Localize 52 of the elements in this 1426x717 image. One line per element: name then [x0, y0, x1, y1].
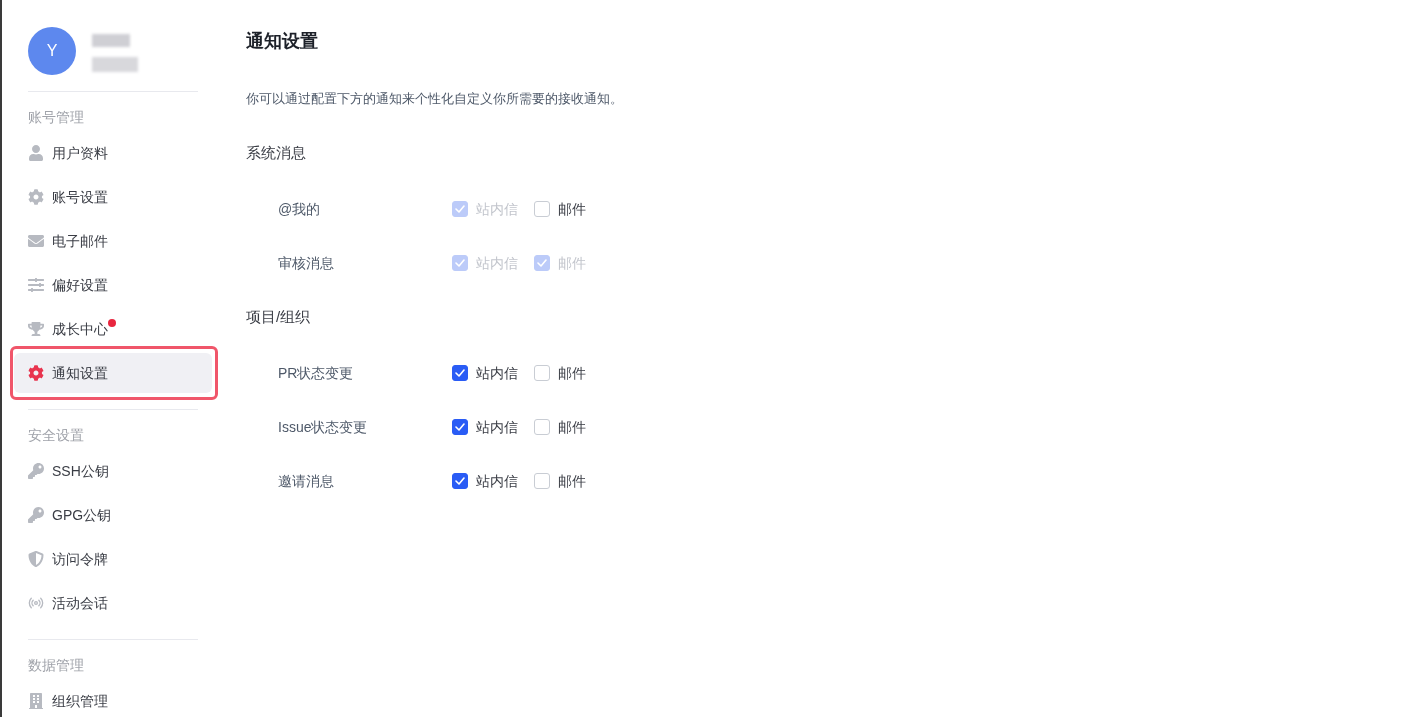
gear-icon — [28, 189, 44, 205]
nav-item[interactable]: GPG公钥 — [14, 495, 212, 535]
user-icon — [28, 145, 44, 161]
setting-label: Issue状态变更 — [278, 417, 369, 437]
checkmark-icon — [537, 259, 547, 267]
checkmark-icon — [455, 477, 465, 485]
group-title: 系统消息 — [246, 142, 306, 163]
gear-icon — [28, 365, 44, 381]
page-description: 你可以通过配置下方的通知来个性化自定义你所需要的接收通知。 — [246, 90, 624, 108]
nav-item[interactable]: SSH公钥 — [14, 451, 212, 491]
section-heading: 安全设置 — [27, 426, 85, 445]
setting-label: 邀请消息 — [278, 471, 335, 491]
checkbox[interactable] — [452, 365, 468, 381]
setting-label: PR状态变更 — [278, 363, 355, 383]
nav-item[interactable]: 活动会话 — [14, 583, 212, 623]
nav-item[interactable]: 组织管理 — [14, 681, 212, 717]
checkmark-icon — [455, 259, 465, 267]
option-label[interactable]: 站内信 — [476, 416, 518, 438]
checkbox[interactable] — [452, 473, 468, 489]
section-heading: 账号管理 — [27, 108, 85, 127]
key-icon — [28, 507, 44, 523]
group-title: 项目/组织 — [246, 306, 311, 327]
nav-item[interactable]: 访问令牌 — [14, 539, 212, 579]
setting-label: @我的 — [278, 199, 322, 219]
option-label[interactable]: 邮件 — [558, 416, 586, 438]
key-icon — [28, 463, 44, 479]
option-label[interactable]: 站内信 — [476, 362, 518, 384]
building-icon — [28, 693, 44, 709]
nav-item[interactable]: 账号设置 — [14, 177, 212, 217]
checkmark-icon — [455, 423, 465, 431]
nav-item[interactable]: 偏好设置 — [14, 265, 212, 305]
option-label[interactable]: 邮件 — [558, 362, 586, 384]
option-label[interactable]: 站内信 — [476, 470, 518, 492]
nav-item[interactable]: 电子邮件 — [14, 221, 212, 261]
blurred-text-block — [92, 34, 130, 47]
sliders-icon — [28, 277, 44, 293]
blurred-text-block — [92, 57, 138, 72]
checkmark-icon — [455, 369, 465, 377]
trophy-icon — [28, 321, 44, 337]
antenna-icon — [28, 595, 44, 611]
shield-icon — [28, 551, 44, 567]
envelope-icon — [28, 233, 44, 249]
nav-item[interactable]: 通知设置 — [14, 353, 212, 393]
nav-item[interactable]: 成长中心 — [14, 309, 212, 349]
option-label[interactable]: 邮件 — [558, 198, 586, 220]
checkmark-icon — [455, 205, 465, 213]
option-label[interactable]: 邮件 — [558, 470, 586, 492]
checkbox[interactable] — [452, 419, 468, 435]
nav-item[interactable]: 用户资料 — [14, 133, 212, 173]
section-heading: 数据管理 — [27, 656, 85, 675]
page-title: 通知设置 — [246, 30, 319, 53]
setting-label: 审核消息 — [278, 253, 335, 273]
